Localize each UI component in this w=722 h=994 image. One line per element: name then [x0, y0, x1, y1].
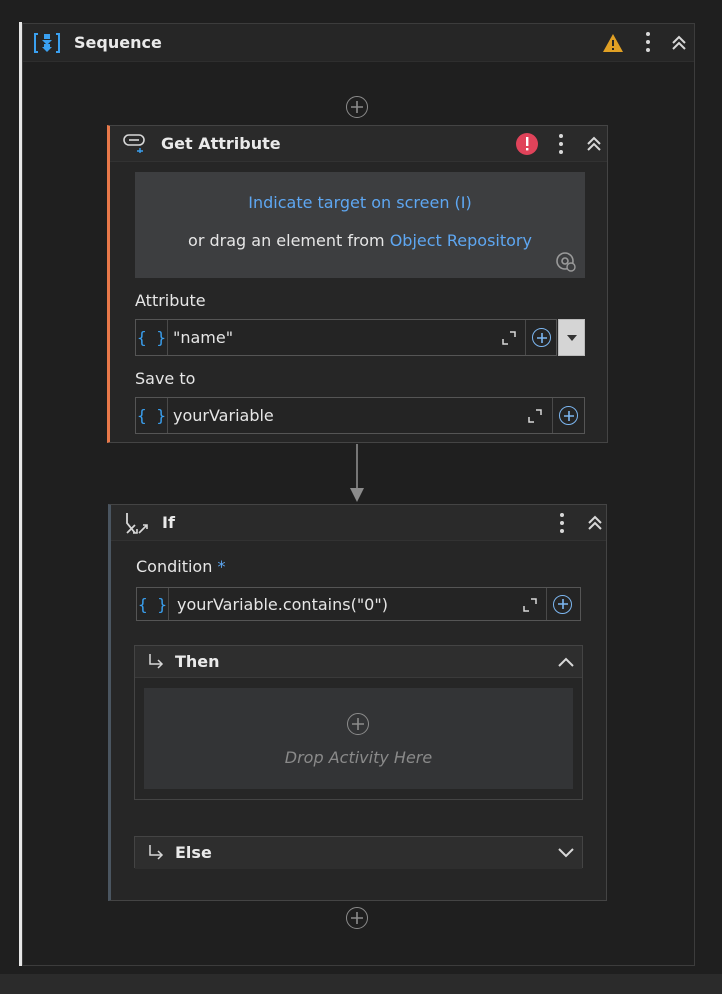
expand-icon[interactable]	[501, 330, 517, 346]
more-vertical-icon[interactable]	[551, 512, 573, 534]
save-to-label: Save to	[135, 369, 196, 388]
expand-icon[interactable]	[527, 408, 543, 424]
add-activity-then-button[interactable]	[347, 713, 369, 735]
branch-arrow-icon	[146, 652, 166, 672]
sequence-title: Sequence	[74, 33, 162, 52]
chevron-down-icon[interactable]	[555, 842, 577, 864]
expression-braces-icon: { }	[136, 398, 168, 433]
attribute-value: "name"	[173, 328, 234, 347]
more-vertical-icon[interactable]	[550, 133, 572, 155]
if-title: If	[162, 513, 175, 532]
warning-icon[interactable]	[602, 32, 624, 54]
add-activity-bottom-button[interactable]	[346, 907, 368, 929]
more-vertical-icon[interactable]	[637, 31, 659, 53]
sequence-header[interactable]: Sequence	[23, 24, 694, 62]
attribute-field[interactable]: { } "name"	[135, 319, 557, 356]
then-label: Then	[175, 652, 220, 671]
drop-activity-text: Drop Activity Here	[284, 748, 433, 767]
horizontal-scrollbar-track[interactable]	[0, 974, 722, 994]
required-mark: *	[217, 557, 226, 576]
then-branch-header[interactable]: Then	[135, 646, 582, 678]
chevrons-up-icon[interactable]	[584, 512, 606, 534]
target-selection-area[interactable]: Indicate target on screen (I) or drag an…	[135, 172, 585, 278]
flow-connector-arrow	[349, 444, 365, 504]
target-settings-icon[interactable]	[555, 251, 577, 273]
plus-circle-icon	[532, 328, 551, 347]
attribute-label: Attribute	[135, 291, 206, 310]
if-activity[interactable]: If Condition * { } yourVariable.contains…	[108, 504, 607, 901]
else-label: Else	[175, 843, 212, 862]
condition-label: Condition *	[136, 557, 225, 576]
sequence-icon	[33, 32, 61, 54]
add-variable-button[interactable]	[552, 398, 584, 433]
expand-icon[interactable]	[522, 597, 538, 613]
add-variable-button[interactable]	[525, 320, 557, 355]
get-attribute-activity[interactable]: Get Attribute Indicate target on screen …	[107, 125, 608, 443]
plus-circle-icon	[553, 594, 572, 614]
get-attribute-header[interactable]: Get Attribute	[110, 126, 607, 162]
object-repository-link[interactable]: Object Repository	[390, 231, 532, 250]
indicate-target-link[interactable]: Indicate target on screen (I)	[248, 193, 472, 212]
condition-label-text: Condition	[136, 557, 213, 576]
attribute-dropdown-button[interactable]	[558, 319, 585, 356]
expression-braces-icon: { }	[136, 320, 168, 355]
else-branch[interactable]: Else	[134, 836, 583, 869]
branch-arrow-icon	[146, 843, 166, 863]
if-branch-icon	[123, 511, 149, 537]
workflow-designer: Sequence Get Attribute Indicate target o…	[0, 0, 722, 994]
sequence-container[interactable]: Sequence Get Attribute Indicate target o…	[22, 23, 695, 966]
save-to-field[interactable]: { } yourVariable	[135, 397, 585, 434]
chevrons-up-icon[interactable]	[583, 133, 605, 155]
get-attribute-title: Get Attribute	[161, 134, 281, 153]
add-activity-top-button[interactable]	[346, 96, 368, 118]
error-icon[interactable]	[515, 132, 539, 156]
save-to-value: yourVariable	[173, 406, 274, 425]
expression-braces-icon: { }	[137, 588, 169, 620]
chevrons-up-icon[interactable]	[668, 32, 690, 54]
add-variable-button[interactable]	[546, 588, 578, 620]
get-attribute-icon	[122, 132, 148, 154]
if-header[interactable]: If	[111, 505, 606, 541]
drag-element-text: or drag an element from	[188, 231, 385, 250]
plus-circle-icon	[559, 406, 578, 425]
chevron-up-icon[interactable]	[555, 651, 577, 673]
then-drop-zone[interactable]: Drop Activity Here	[144, 688, 573, 789]
else-branch-header[interactable]: Else	[135, 837, 582, 869]
condition-value: yourVariable.contains("0")	[177, 595, 388, 614]
condition-field[interactable]: { } yourVariable.contains("0")	[136, 587, 581, 621]
then-branch[interactable]: Then Drop Activity Here	[134, 645, 583, 800]
